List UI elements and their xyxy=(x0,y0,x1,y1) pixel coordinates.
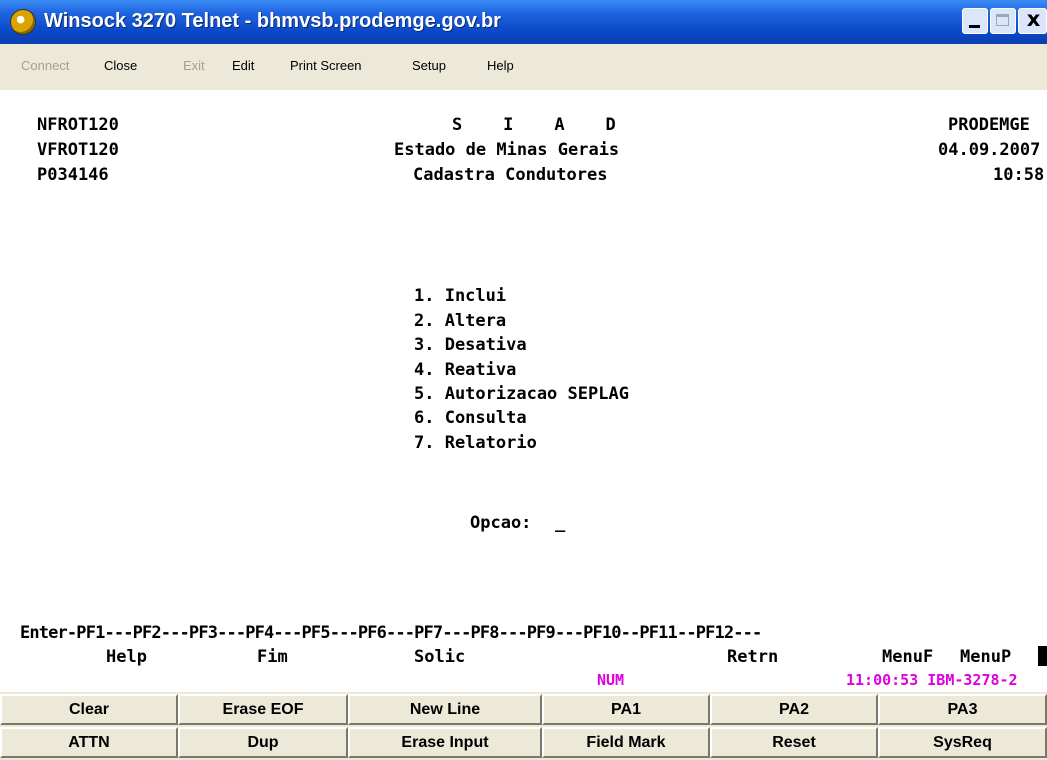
menu-edit[interactable]: Edit xyxy=(232,58,254,73)
option-3: 3. Desativa xyxy=(414,335,527,355)
option-input[interactable]: _ xyxy=(555,513,565,533)
menu-close[interactable]: Close xyxy=(104,58,137,73)
close-window-button[interactable]: x xyxy=(1018,7,1047,34)
user-id: P034146 xyxy=(37,165,109,185)
clear-button[interactable]: Clear xyxy=(0,694,178,725)
minimize-button[interactable] xyxy=(962,8,988,34)
erase-eof-button[interactable]: Erase EOF xyxy=(178,694,348,725)
sysreq-button[interactable]: SysReq xyxy=(878,727,1047,758)
new-line-button[interactable]: New Line xyxy=(348,694,542,725)
pf12-label: MenuP xyxy=(960,647,1012,667)
close-icon: x xyxy=(1026,7,1041,31)
menu-bar: Connect Close Exit Edit Print Screen Set… xyxy=(0,44,1047,90)
terminal-screen[interactable]: NFROT120 VFROT120 P034146 S I A D Estado… xyxy=(0,90,1047,692)
option-2: 2. Altera xyxy=(414,311,507,331)
pf-keys-line: Enter-PF1---PF2---PF3---PF4---PF5---PF6-… xyxy=(20,623,762,643)
menu-exit[interactable]: Exit xyxy=(183,58,205,73)
maximize-button[interactable] xyxy=(990,8,1016,34)
transaction-id: VFROT120 xyxy=(37,140,119,160)
status-time-terminal: 11:00:53 IBM-3278-2 xyxy=(846,671,1018,689)
program-id: NFROT120 xyxy=(37,115,119,135)
pf1-label: Help xyxy=(106,647,147,667)
option-1: 1. Inclui xyxy=(414,286,507,306)
state-name: Estado de Minas Gerais xyxy=(394,140,620,160)
pa3-button[interactable]: PA3 xyxy=(878,694,1047,725)
terminal-cursor xyxy=(1038,646,1047,666)
pf3-label: Fim xyxy=(257,647,288,667)
pf5-label: Solic xyxy=(414,647,466,667)
dup-button[interactable]: Dup xyxy=(178,727,348,758)
erase-input-button[interactable]: Erase Input xyxy=(348,727,542,758)
window-title: Winsock 3270 Telnet - bhmvsb.prodemge.go… xyxy=(44,10,501,32)
screen-date: 04.09.2007 xyxy=(938,140,1041,160)
org-name: PRODEMGE xyxy=(948,115,1030,135)
pf9-label: Retrn xyxy=(727,647,779,667)
title-bar[interactable]: Winsock 3270 Telnet - bhmvsb.prodemge.go… xyxy=(0,0,1047,45)
option-7: 7. Relatorio xyxy=(414,433,537,453)
pa1-button[interactable]: PA1 xyxy=(542,694,710,725)
screen-time: 10:58 xyxy=(993,165,1045,185)
option-5: 5. Autorizacao SEPLAG xyxy=(414,384,629,404)
attn-button[interactable]: ATTN xyxy=(0,727,178,758)
screen-title: Cadastra Condutores xyxy=(413,165,608,185)
menu-connect[interactable]: Connect xyxy=(21,58,69,73)
menu-setup[interactable]: Setup xyxy=(412,58,446,73)
option-prompt-label: Opcao: xyxy=(470,513,532,533)
app-icon[interactable] xyxy=(10,9,36,35)
system-name: S I A D xyxy=(452,115,616,135)
option-4: 4. Reativa xyxy=(414,360,517,380)
num-lock-indicator: NUM xyxy=(597,671,625,689)
function-button-grid: Clear Erase EOF New Line PA1 PA2 PA3 ATT… xyxy=(0,692,1047,760)
pf11-label: MenuF xyxy=(882,647,934,667)
menu-help[interactable]: Help xyxy=(487,58,514,73)
option-6: 6. Consulta xyxy=(414,408,527,428)
field-mark-button[interactable]: Field Mark xyxy=(542,727,710,758)
menu-print-screen[interactable]: Print Screen xyxy=(290,58,362,73)
pa2-button[interactable]: PA2 xyxy=(710,694,878,725)
reset-button[interactable]: Reset xyxy=(710,727,878,758)
